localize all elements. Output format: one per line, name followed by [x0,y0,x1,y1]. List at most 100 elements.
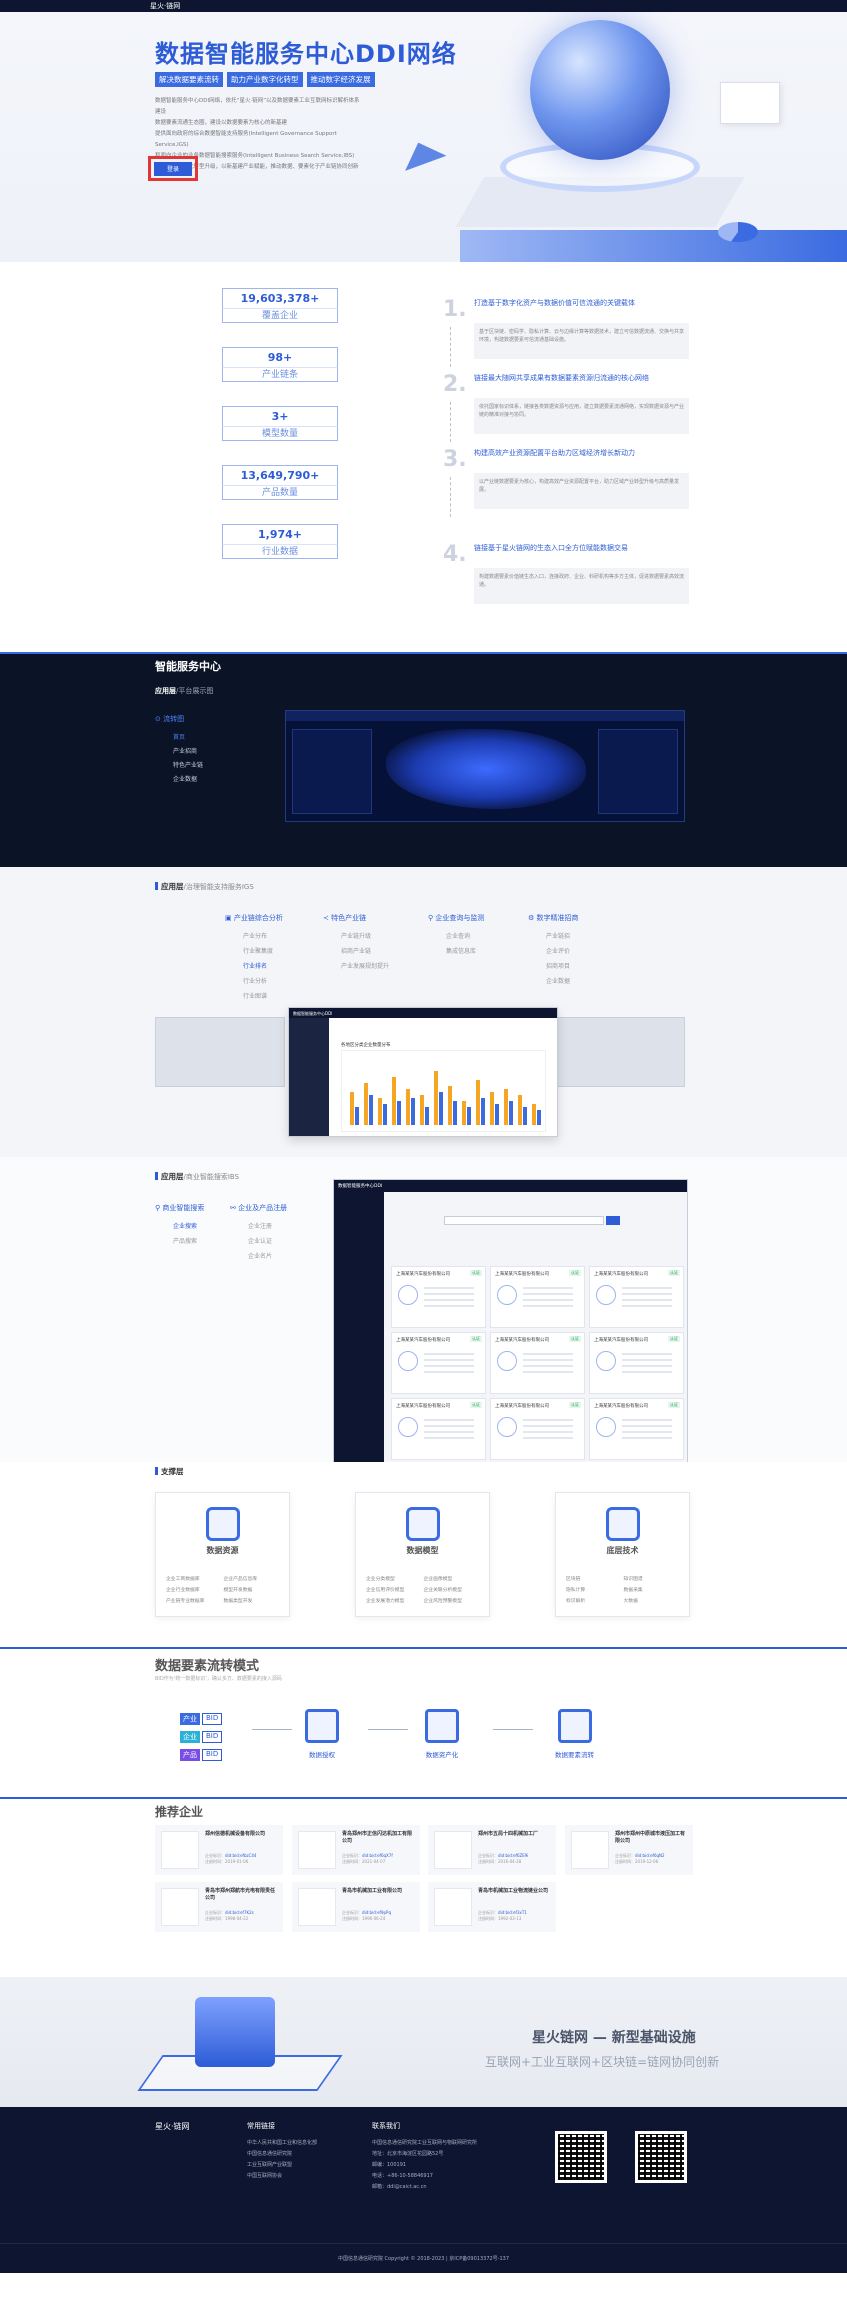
col-head[interactable]: ≺ 特色产业链 [323,913,389,923]
enterprise-tile[interactable]: 郑州市五局十四机械加工厂 企业标识：did:bid:ef6ZE9i 注册时间：201… [428,1825,556,1875]
hexagon-cluster-icon [557,1709,592,1743]
enterprise-card-name: 上海某某汽车股份有限公司 [396,1272,450,1277]
col-item[interactable]: 企业数据 [528,976,579,991]
col-item[interactable]: 招商项目 [528,961,579,976]
footer-link[interactable]: 中国互联网协会 [247,2171,317,2182]
footer-link[interactable]: 工业互联网产业联盟 [247,2160,317,2171]
meta-value-date: 2021-04-07 [362,1859,386,1864]
text-placeholder [622,1437,672,1439]
enterprise-tile[interactable]: 青岛郑州市正信闪达机加工有限公司 企业标识：did:bid:ef6qX7f 注册时间… [292,1825,420,1875]
enterprise-card-name: 上海某某汽车股份有限公司 [495,1338,549,1343]
section-subtitle: BID作为‘统一数据标识’，确认多方、数据要素的接入源码 [155,1676,282,1682]
col-item[interactable]: 行业聚集度 [225,946,283,961]
support-item: 企业风险预警模型 [423,1599,462,1604]
col-item[interactable]: 集成信息库 [428,946,484,961]
chart-bar [378,1098,382,1125]
col-item[interactable]: 产业链招 [528,931,579,946]
col-head[interactable]: ▣ 产业链综合分析 [225,913,283,923]
enterprise-tile[interactable]: 青岛市机械加工业物流链业公司 企业标识：did:bid:ef3xT1 注册时间：19… [428,1882,556,1932]
flow-nav-head[interactable]: ⊙ 流转图 [155,714,203,724]
flow-nav-item-investment[interactable]: 产业招商 [155,746,203,760]
stat-value: 19,603,378+ [222,288,338,308]
dashboard-left-panel [292,729,372,814]
flow-node-assetization: 数据资产化 [425,1709,459,1759]
col-item[interactable]: 行业图谱 [225,991,283,1006]
ibs-screenshot: 数据智能服务中心DDI 上海某某汽车股份有限公司 认证 上海某某汽车股份有限公司 认证… [333,1179,688,1464]
chart-bar [434,1071,438,1125]
text-placeholder [424,1359,474,1361]
meta-value-id: did:bid:ef7K2s [225,1910,254,1915]
col-head[interactable]: ⚙ 数字精准招商 [528,913,579,923]
text-placeholder [523,1425,573,1427]
enterprise-logo [596,1417,616,1437]
flow-nav-item-chain[interactable]: 特色产业链 [155,760,203,774]
igs-col-special-chain: ≺ 特色产业链 产业链升级 招商产业链 产业发展规划提升 [323,913,389,976]
footer-link[interactable]: 中国信息通信研究院 [247,2149,317,2160]
col-item[interactable]: 行业分析 [225,976,283,991]
flow-nav-item-enterprise[interactable]: 企业数据 [155,774,203,788]
flow-nav-item-home[interactable]: 首页 [155,732,203,746]
text-placeholder [523,1299,573,1301]
col-item[interactable]: 产业发展规划提升 [323,961,389,976]
footer-link[interactable]: 中华人民共和国工业和信息化部 [247,2138,317,2149]
col-item[interactable]: 企业名片 [230,1251,287,1266]
col-item[interactable]: 企业评价 [528,946,579,961]
chart-title: 各地区分类企业数量分布 [341,1043,391,1048]
meta-value-id: did:bid:ef3xT1 [498,1910,527,1915]
enterprise-card-tag: 认证 [470,1270,482,1276]
col-item[interactable]: 产业链升级 [323,931,389,946]
col-item[interactable]: 企业搜索 [155,1221,204,1236]
col-item[interactable]: 企业认证 [230,1236,287,1251]
igs-screenshot-left [155,1017,285,1087]
text-placeholder [622,1287,672,1289]
col-item[interactable]: 企业查询 [428,931,484,946]
col-head[interactable]: ⚲ 企业查询与监测 [428,913,484,923]
meta-value-date: 2019-01-06 [225,1859,249,1864]
support-item: 企业关联分析模型 [423,1588,462,1593]
chart-bar [523,1107,527,1125]
col-item[interactable]: 行业排名 [225,961,283,976]
footer-logo[interactable]: 星火·链网 [155,2121,190,2132]
col-item[interactable]: 产品搜索 [155,1236,204,1251]
enterprise-tile[interactable]: 郑州信德机械设备有限公司 企业标识：did:bid:efbzC44 注册时间：201… [155,1825,283,1875]
step-connector [450,402,451,442]
enterprise-card-name: 上海某某汽车股份有限公司 [396,1338,450,1343]
enterprise-tile[interactable]: 青岛市机械加工业有限公司 企业标识：did:bid:ef9pPq 注册时间：1996… [292,1882,420,1932]
support-card-data-resources: 数据资源 企业工商数据库 企业产品信息库 企业行业数据库 模型开发数据 产业链专… [155,1492,290,1617]
enterprise-logo [398,1417,418,1437]
chip-icon [605,1507,640,1541]
col-head[interactable]: ⚯ 企业及产品注册 [230,1203,287,1213]
flow-node-circulation: 数据要素流转 [555,1709,594,1759]
login-button[interactable]: 登录 [154,161,192,176]
enterprise-name: 郑州市郑州中原城市液压加工有限公司 [615,1831,686,1844]
col-item[interactable]: 产业分布 [225,931,283,946]
enterprise-logo [298,1888,336,1926]
stat-value: 13,649,790+ [222,465,338,485]
stat-label: 产品数量 [222,485,338,500]
support-item: 企业行业数据库 [166,1588,200,1593]
recommended-section: 推荐企业 郑州信德机械设备有限公司 企业标识：did:bid:efbzC44 注册时… [0,1797,847,1977]
section-title: 智能服务中心 [155,660,221,673]
col-item[interactable]: 招商产业链 [323,946,389,961]
label-accent [155,1467,158,1475]
enterprise-card: 上海某某汽车股份有限公司 认证 [391,1332,486,1394]
footer-links: 常用链接 中华人民共和国工业和信息化部 中国信息通信研究院 工业互联网产业联盟 … [247,2121,317,2182]
meta-label-id: 企业标识： [478,1853,498,1858]
enterprise-tile[interactable]: 青岛市郑州郑航市光电有限责任公司 企业标识：did:bid:ef7K2s 注册时间：… [155,1882,283,1932]
meta-label-date: 注册时间： [205,1916,225,1921]
bid-chip-product: 产品 BID [180,1749,223,1761]
col-item[interactable]: 企业注册 [230,1221,287,1236]
col-head[interactable]: ⚲ 商业智能搜索 [155,1203,204,1213]
meta-value-id: did:bid:ef6qX7f [362,1853,393,1858]
text-placeholder [523,1419,573,1421]
chip-bid: BID [202,1731,223,1743]
chip-label: 产品 [180,1749,200,1761]
brand-logo[interactable]: 星火·链网 [150,1,180,11]
meta-value-id: did:bid:ef6qN2 [635,1853,665,1858]
step-title: 构建高效产业资源配置平台助力区域经济增长新动力 [474,449,635,457]
contact-line: 邮箱：ddi@caict.ac.cn [372,2184,427,2190]
enterprise-tile[interactable]: 郑州市郑州中原城市液压加工有限公司 企业标识：did:bid:ef6qN2 注册时间… [565,1825,693,1875]
chart-bar [439,1092,443,1125]
step-connector [450,477,451,517]
chart-bar [411,1098,415,1125]
